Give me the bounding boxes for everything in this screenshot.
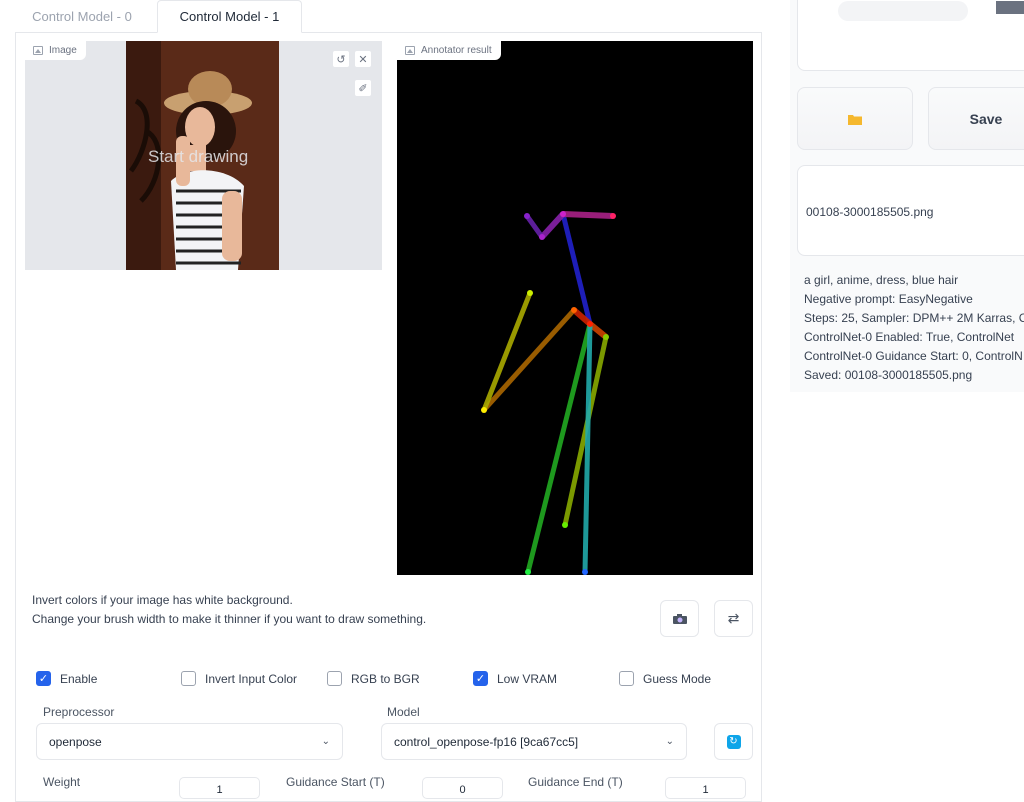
help-text: Invert colors if your image has white ba… bbox=[32, 591, 426, 629]
check-icon: ✓ bbox=[36, 671, 51, 686]
generation-info: a girl, anime, dress, blue hair Negative… bbox=[804, 271, 1024, 385]
tab-control-model-1[interactable]: Control Model - 1 bbox=[157, 0, 302, 33]
guess-mode-checkbox[interactable]: Guess Mode bbox=[619, 671, 711, 686]
swap-button[interactable]: ⇄ bbox=[714, 600, 753, 637]
annotator-result-canvas bbox=[397, 41, 753, 575]
save-label: Save bbox=[969, 110, 1003, 127]
check-icon: ✓ bbox=[473, 671, 488, 686]
annotator-label-text: Annotator result bbox=[421, 45, 492, 56]
image-canvas[interactable]: Start drawing bbox=[25, 41, 382, 270]
open-folder-button[interactable] bbox=[797, 87, 913, 150]
checkbox-box bbox=[327, 671, 342, 686]
image-icon bbox=[33, 46, 43, 55]
low-vram-label: Low VRAM bbox=[497, 671, 558, 686]
checkbox-box bbox=[181, 671, 196, 686]
image-panel-label: Image bbox=[25, 41, 86, 60]
model-select[interactable]: control_openpose-fp16 [9ca67cc5] ⌄ bbox=[381, 723, 687, 760]
webcam-button[interactable] bbox=[660, 600, 699, 637]
guidance-end-label: Guidance End (T) bbox=[528, 775, 623, 789]
guidance-start-input[interactable]: 0 bbox=[422, 777, 503, 799]
info-line: a girl, anime, dress, blue hair bbox=[804, 273, 959, 287]
enable-checkbox[interactable]: ✓ Enable bbox=[36, 671, 97, 686]
tab-control-model-0[interactable]: Control Model - 0 bbox=[18, 0, 146, 33]
brush-icon[interactable]: ✐ bbox=[354, 79, 372, 97]
refresh-icon: ↻ bbox=[726, 734, 741, 749]
weight-input[interactable]: 1 bbox=[179, 777, 260, 799]
filename-field[interactable]: 00108-3000185505.png bbox=[797, 165, 1024, 256]
rgb-to-bgr-checkbox[interactable]: RGB to BGR bbox=[327, 671, 420, 686]
guidance-start-label: Guidance Start (T) bbox=[286, 775, 385, 789]
camera-icon bbox=[672, 613, 687, 624]
preprocessor-select[interactable]: openpose ⌄ bbox=[36, 723, 343, 760]
refresh-models-button[interactable]: ↻ bbox=[714, 723, 753, 760]
chevron-down-icon: ⌄ bbox=[665, 736, 674, 747]
weight-label: Weight bbox=[43, 775, 81, 789]
chevron-down-icon: ⌄ bbox=[321, 736, 330, 747]
openpose-skeleton bbox=[481, 211, 616, 575]
enable-label: Enable bbox=[60, 671, 98, 686]
info-line: Saved: 00108-3000185505.png bbox=[804, 368, 973, 382]
close-icon[interactable]: ✕ bbox=[354, 50, 372, 68]
checkbox-box bbox=[619, 671, 634, 686]
invert-input-color-checkbox[interactable]: Invert Input Color bbox=[181, 671, 297, 686]
invert-input-color-label: Invert Input Color bbox=[205, 671, 298, 686]
guidance-end-input[interactable]: 1 bbox=[665, 777, 746, 799]
model-label: Model bbox=[387, 705, 420, 719]
low-vram-checkbox[interactable]: ✓ Low VRAM bbox=[473, 671, 557, 686]
help-line-1: Invert colors if your image has white ba… bbox=[32, 593, 293, 607]
image-label-text: Image bbox=[49, 45, 77, 56]
undo-icon[interactable]: ↺ bbox=[332, 50, 350, 68]
help-line-2: Change your brush width to make it thinn… bbox=[32, 612, 427, 626]
info-line: ControlNet-0 Guidance Start: 0, ControlN bbox=[804, 349, 1023, 363]
save-button[interactable]: Save bbox=[928, 87, 1024, 150]
thumbnail bbox=[996, 1, 1024, 14]
info-line: Steps: 25, Sampler: DPM++ 2M Karras, C bbox=[804, 311, 1024, 325]
annotator-panel-label: Annotator result bbox=[397, 41, 501, 60]
swap-icon: ⇄ bbox=[727, 610, 740, 626]
filename-text: 00108-3000185505.png bbox=[806, 205, 934, 219]
gallery-preview[interactable] bbox=[797, 0, 1024, 71]
preprocessor-label: Preprocessor bbox=[43, 705, 115, 719]
guess-mode-label: Guess Mode bbox=[643, 671, 712, 686]
preprocessor-value: openpose bbox=[49, 734, 102, 749]
preview-blur bbox=[838, 1, 968, 21]
start-drawing-overlay: Start drawing bbox=[148, 147, 249, 166]
folder-icon bbox=[848, 114, 862, 125]
rgb-to-bgr-label: RGB to BGR bbox=[351, 671, 420, 686]
info-line: Negative prompt: EasyNegative bbox=[804, 292, 973, 306]
info-line: ControlNet-0 Enabled: True, ControlNet bbox=[804, 330, 1015, 344]
model-value: control_openpose-fp16 [9ca67cc5] bbox=[394, 734, 579, 749]
image-icon bbox=[405, 46, 415, 55]
